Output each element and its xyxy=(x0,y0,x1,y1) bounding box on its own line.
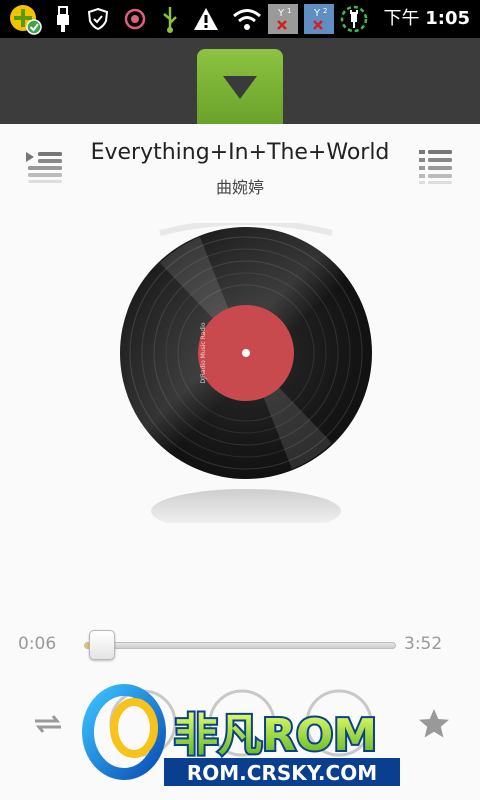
player-header xyxy=(0,38,480,124)
song-title: Everything+In+The+World xyxy=(90,140,390,165)
sim2-no-signal-icon: Y2 xyxy=(304,4,334,34)
artist-name: 曲婉婷 xyxy=(215,178,264,197)
vinyl-disc: DJRadio Music Radio xyxy=(120,219,372,533)
repeat-icon xyxy=(35,715,61,733)
playlist-right-button[interactable] xyxy=(416,146,456,186)
collapse-player-button[interactable] xyxy=(197,49,283,124)
shield-icon xyxy=(86,4,110,34)
clock-period: 下午 xyxy=(383,8,420,29)
elapsed-time: 0:06 xyxy=(18,634,57,654)
usb-icon xyxy=(54,4,72,34)
wifi-icon xyxy=(232,4,262,34)
app-install-icon xyxy=(8,4,42,35)
total-time: 3:52 xyxy=(404,634,443,654)
target-icon xyxy=(122,4,148,34)
disc-label-text: DJRadio Music Radio xyxy=(200,322,207,383)
svg-text:1: 1 xyxy=(287,7,291,15)
seek-thumb[interactable] xyxy=(89,630,116,660)
svg-text:Y: Y xyxy=(313,8,321,19)
warning-icon xyxy=(192,4,220,34)
status-bar: Y1 Y2 下午 1:05 xyxy=(0,0,480,38)
watermark-logo-swoosh xyxy=(110,698,158,758)
triangle-down-icon xyxy=(223,75,257,99)
list-icon xyxy=(419,150,452,184)
site-watermark: 非凡ROM ROM.CRSKY.COM xyxy=(78,684,408,792)
charging-icon xyxy=(338,4,370,34)
watermark-brand: 非凡ROM xyxy=(174,710,377,761)
star-icon xyxy=(419,709,449,738)
clock-time: 1:05 xyxy=(425,8,470,29)
svg-text:Y: Y xyxy=(277,8,285,19)
repeat-button[interactable] xyxy=(28,704,68,744)
favorite-button[interactable] xyxy=(414,704,454,744)
watermark-site: ROM.CRSKY.COM xyxy=(187,761,377,785)
status-clock: 下午 1:05 xyxy=(383,5,470,33)
seek-track[interactable] xyxy=(84,642,396,649)
sim1-no-signal-icon: Y1 xyxy=(268,4,298,34)
usb-debug-icon xyxy=(158,4,182,34)
svg-text:2: 2 xyxy=(323,7,327,15)
seek-bar-row: 0:06 3:52 xyxy=(0,628,480,662)
